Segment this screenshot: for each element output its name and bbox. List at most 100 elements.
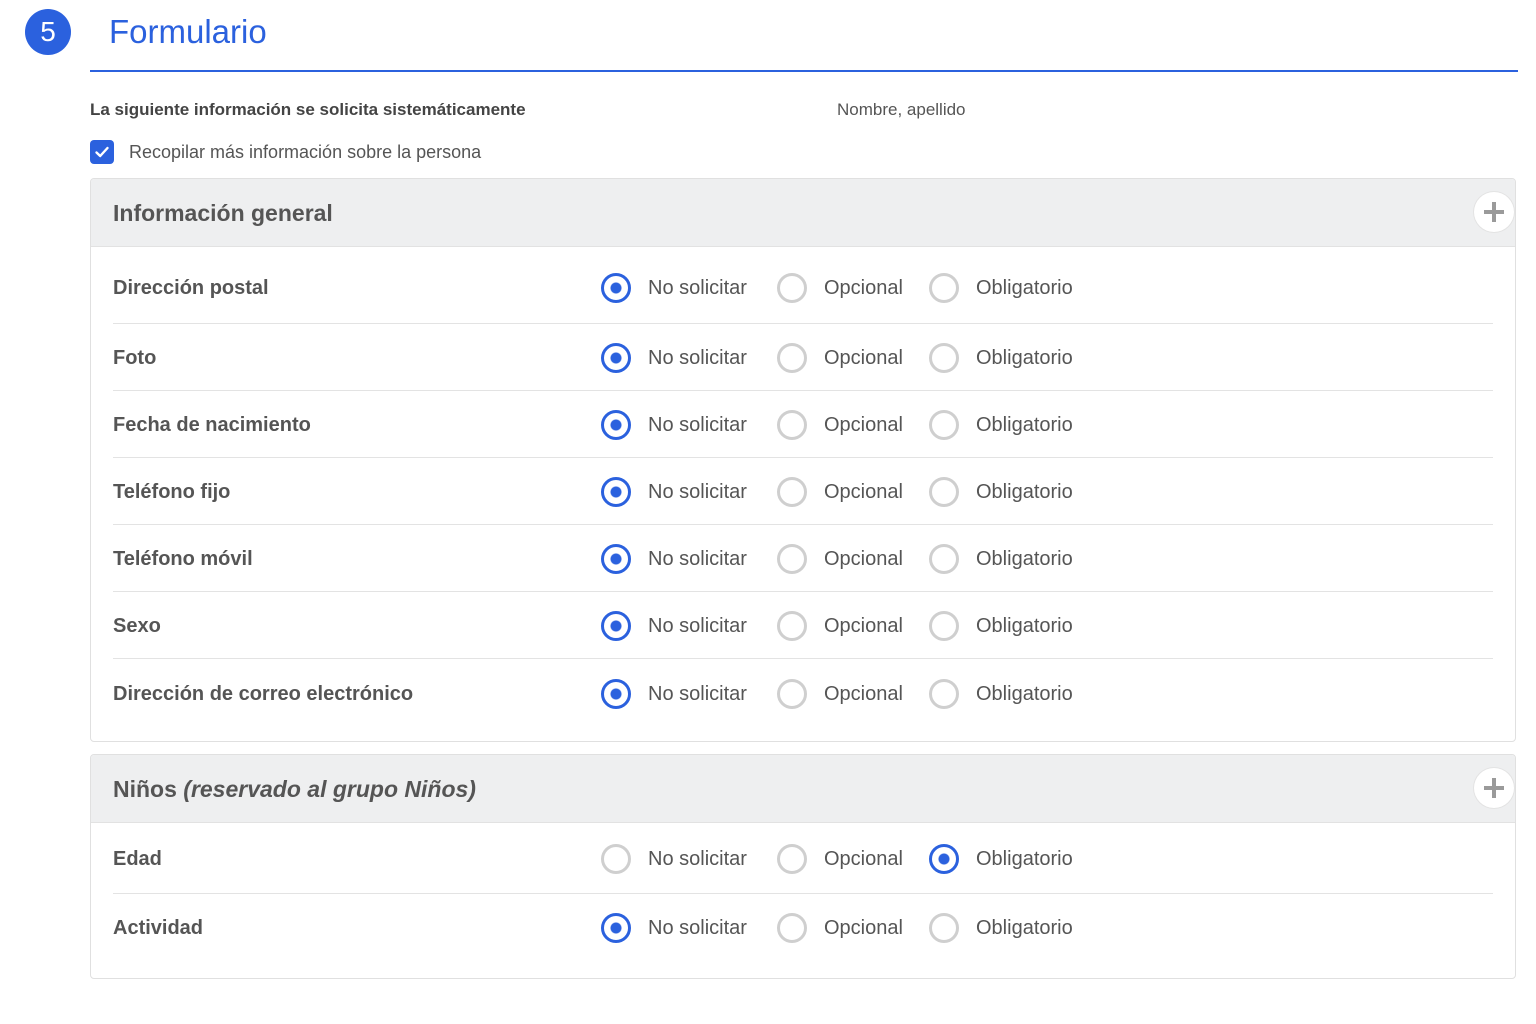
radio-option-no-solicitar[interactable]: No solicitar <box>601 611 747 641</box>
radio-unselected-icon[interactable] <box>777 844 807 874</box>
radio-option-opcional[interactable]: Opcional <box>777 913 903 943</box>
radio-option-label: Obligatorio <box>976 547 1073 570</box>
radio-unselected-icon[interactable] <box>777 343 807 373</box>
field-row: Teléfono móvil No solicitar Opcional Obliga… <box>113 525 1493 592</box>
radio-option-label: Obligatorio <box>976 682 1073 705</box>
radio-option-obligatorio[interactable]: Obligatorio <box>929 611 1073 641</box>
radio-option-label: Obligatorio <box>976 916 1073 939</box>
field-row: Foto No solicitar Opcional Obligatorio <box>113 324 1493 391</box>
radio-option-obligatorio[interactable]: Obligatorio <box>929 844 1073 874</box>
radio-option-no-solicitar[interactable]: No solicitar <box>601 477 747 507</box>
general-info-title: Información general <box>113 200 333 226</box>
radio-unselected-icon[interactable] <box>929 343 959 373</box>
radio-option-no-solicitar[interactable]: No solicitar <box>601 343 747 373</box>
radio-option-obligatorio[interactable]: Obligatorio <box>929 544 1073 574</box>
radio-option-label: Opcional <box>824 413 903 436</box>
radio-selected-icon[interactable] <box>601 544 631 574</box>
systematic-info-label: La siguiente información se solicita sis… <box>90 100 526 119</box>
radio-option-obligatorio[interactable]: Obligatorio <box>929 913 1073 943</box>
radio-option-label: No solicitar <box>648 276 747 299</box>
radio-option-opcional[interactable]: Opcional <box>777 343 903 373</box>
radio-option-label: No solicitar <box>648 847 747 870</box>
radio-option-label: Obligatorio <box>976 847 1073 870</box>
radio-option-opcional[interactable]: Opcional <box>777 544 903 574</box>
radio-selected-icon[interactable] <box>929 844 959 874</box>
radio-selected-icon[interactable] <box>601 273 631 303</box>
radio-selected-icon[interactable] <box>601 477 631 507</box>
radio-option-obligatorio[interactable]: Obligatorio <box>929 343 1073 373</box>
form-step-page: 5 Formulario La siguiente información se… <box>0 0 1536 1024</box>
radio-unselected-icon[interactable] <box>777 913 807 943</box>
radio-unselected-icon[interactable] <box>929 544 959 574</box>
radio-option-label: Opcional <box>824 547 903 570</box>
radio-option-opcional[interactable]: Opcional <box>777 611 903 641</box>
radio-option-opcional[interactable]: Opcional <box>777 844 903 874</box>
field-label: Sexo <box>113 615 161 637</box>
field-label: Foto <box>113 347 157 369</box>
field-row: Fecha de nacimiento No solicitar Opcional O… <box>113 391 1493 458</box>
radio-unselected-icon[interactable] <box>777 273 807 303</box>
radio-selected-icon[interactable] <box>601 913 631 943</box>
radio-option-label: Opcional <box>824 847 903 870</box>
collect-more-checkbox-row[interactable]: Recopilar más información sobre la perso… <box>90 139 481 165</box>
field-row: Actividad No solicitar Opcional Obligatorio <box>113 894 1493 961</box>
radio-option-no-solicitar[interactable]: No solicitar <box>601 844 747 874</box>
radio-selected-icon[interactable] <box>601 343 631 373</box>
radio-option-label: No solicitar <box>648 682 747 705</box>
radio-unselected-icon[interactable] <box>777 477 807 507</box>
radio-option-label: Obligatorio <box>976 614 1073 637</box>
field-row: Teléfono fijo No solicitar Opcional Obligat… <box>113 458 1493 525</box>
radio-unselected-icon[interactable] <box>929 679 959 709</box>
radio-option-label: No solicitar <box>648 547 747 570</box>
radio-option-label: No solicitar <box>648 614 747 637</box>
general-info-add-button[interactable] <box>1474 192 1514 232</box>
radio-unselected-icon[interactable] <box>929 611 959 641</box>
radio-option-obligatorio[interactable]: Obligatorio <box>929 410 1073 440</box>
collect-more-checkbox[interactable] <box>90 140 114 164</box>
radio-option-obligatorio[interactable]: Obligatorio <box>929 679 1073 709</box>
radio-option-label: No solicitar <box>648 916 747 939</box>
radio-option-no-solicitar[interactable]: No solicitar <box>601 913 747 943</box>
radio-selected-icon[interactable] <box>601 611 631 641</box>
radio-option-opcional[interactable]: Opcional <box>777 679 903 709</box>
radio-option-no-solicitar[interactable]: No solicitar <box>601 544 747 574</box>
radio-unselected-icon[interactable] <box>777 544 807 574</box>
radio-option-opcional[interactable]: Opcional <box>777 273 903 303</box>
radio-unselected-icon[interactable] <box>777 679 807 709</box>
radio-option-label: No solicitar <box>648 413 747 436</box>
field-label: Fecha de nacimiento <box>113 414 311 436</box>
radio-option-opcional[interactable]: Opcional <box>777 477 903 507</box>
field-row: Sexo No solicitar Opcional Obligatorio <box>113 592 1493 659</box>
radio-option-label: Opcional <box>824 682 903 705</box>
radio-option-opcional[interactable]: Opcional <box>777 410 903 440</box>
systematic-info-value: Nombre, apellido <box>837 100 966 119</box>
children-title: Niños (reservado al grupo Niños) <box>113 775 476 803</box>
radio-option-no-solicitar[interactable]: No solicitar <box>601 679 747 709</box>
children-fields: Edad No solicitar Opcional Obligatorio Activ… <box>91 823 1515 961</box>
general-info-panel: Información general Dirección postal No s… <box>90 178 1516 742</box>
radio-selected-icon[interactable] <box>601 679 631 709</box>
step-number-badge: 5 <box>25 9 71 55</box>
field-label: Teléfono móvil <box>113 548 253 570</box>
radio-unselected-icon[interactable] <box>777 410 807 440</box>
radio-unselected-icon[interactable] <box>929 913 959 943</box>
radio-unselected-icon[interactable] <box>777 611 807 641</box>
collect-more-label: Recopilar más información sobre la perso… <box>129 141 482 162</box>
radio-unselected-icon[interactable] <box>929 477 959 507</box>
radio-option-label: Obligatorio <box>976 346 1073 369</box>
children-add-button[interactable] <box>1474 768 1514 808</box>
radio-unselected-icon[interactable] <box>929 410 959 440</box>
radio-option-no-solicitar[interactable]: No solicitar <box>601 273 747 303</box>
radio-option-obligatorio[interactable]: Obligatorio <box>929 477 1073 507</box>
radio-unselected-icon[interactable] <box>601 844 631 874</box>
plus-icon <box>1484 202 1504 222</box>
plus-icon <box>1484 778 1504 798</box>
radio-unselected-icon[interactable] <box>929 273 959 303</box>
radio-selected-icon[interactable] <box>601 410 631 440</box>
radio-option-obligatorio[interactable]: Obligatorio <box>929 273 1073 303</box>
radio-option-no-solicitar[interactable]: No solicitar <box>601 410 747 440</box>
radio-option-label: Opcional <box>824 480 903 503</box>
radio-option-label: Opcional <box>824 346 903 369</box>
radio-option-label: No solicitar <box>648 346 747 369</box>
field-row: Dirección de correo electrónico No solici… <box>113 659 1493 729</box>
